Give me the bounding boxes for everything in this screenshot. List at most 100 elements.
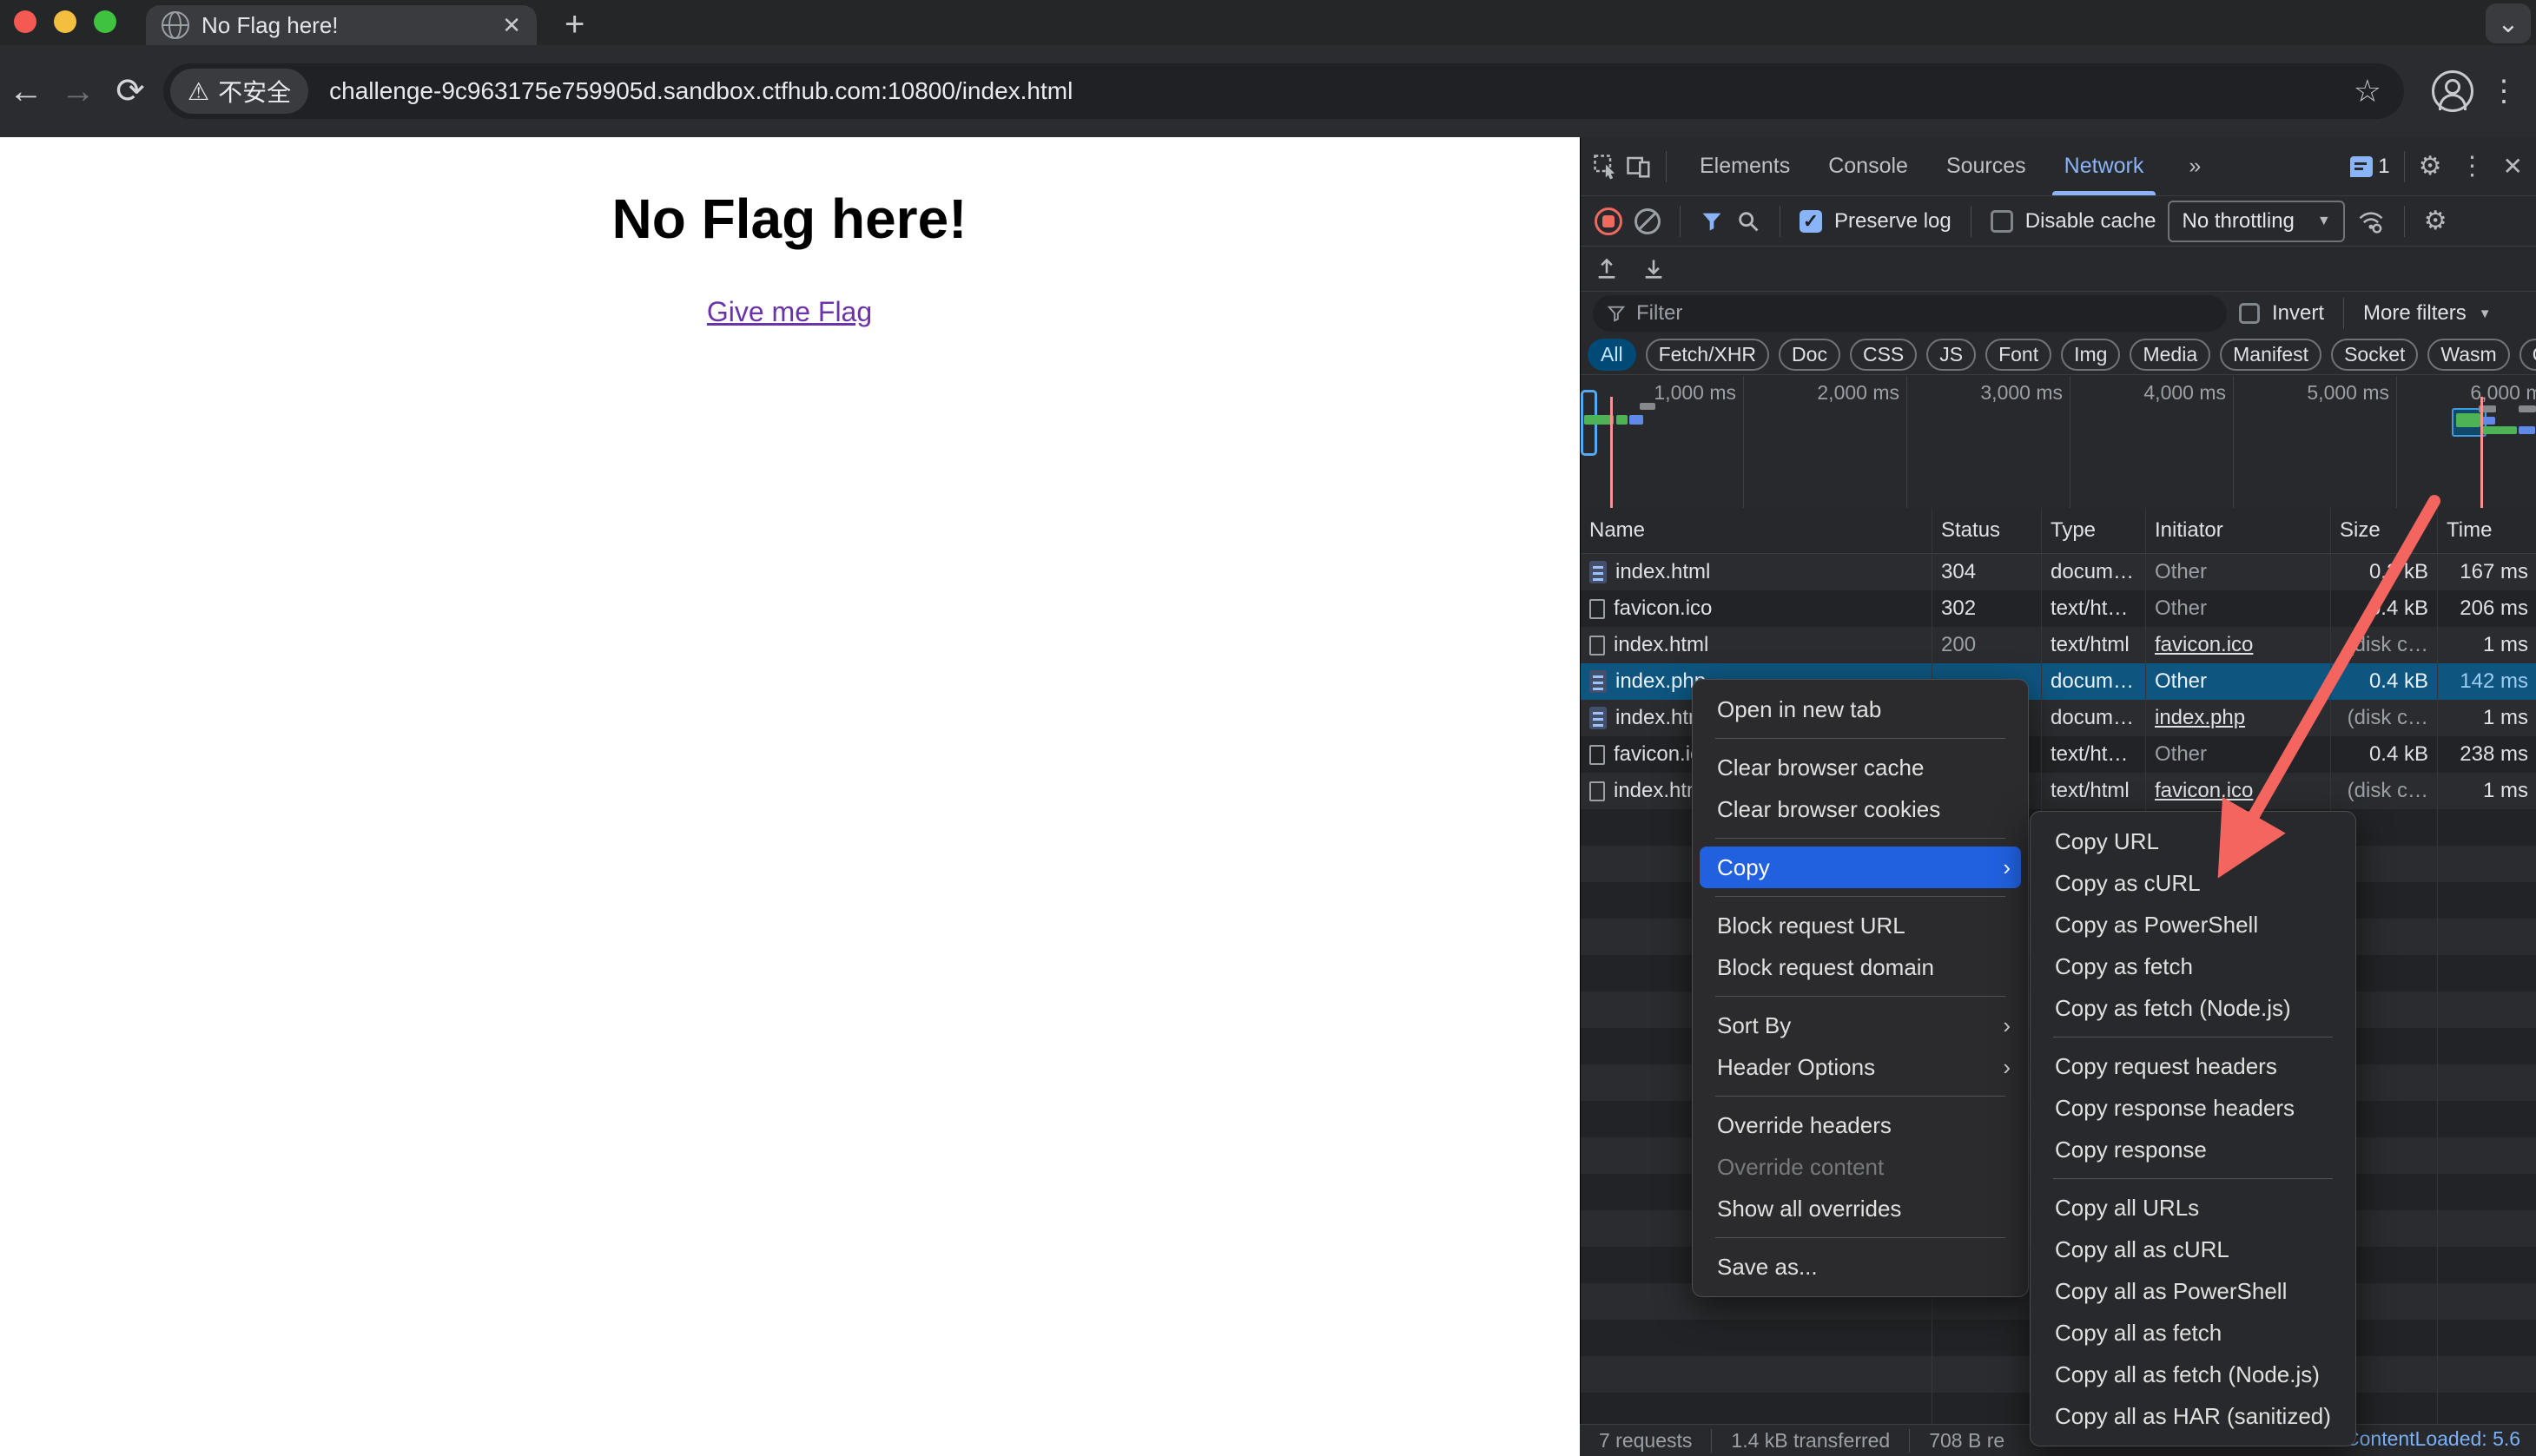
column-header-time[interactable]: Time xyxy=(2438,508,2536,553)
export-har-icon[interactable] xyxy=(1641,257,1666,281)
submenu-item-copy-response-headers[interactable]: Copy response headers xyxy=(2031,1087,2355,1129)
traffic-light-minimize[interactable] xyxy=(54,10,76,33)
initiator-cell[interactable]: index.php xyxy=(2146,700,2331,736)
forward-button[interactable]: → xyxy=(52,72,104,111)
table-row[interactable]: favicon.ico 302 text/ht… Other 0.4 kB 206 ms xyxy=(1581,590,2536,627)
filter-pill-other[interactable]: Other xyxy=(2519,339,2536,371)
throttling-dropdown[interactable]: No throttling ▼ xyxy=(2168,200,2345,242)
profile-avatar[interactable] xyxy=(2432,70,2473,112)
more-tabs-button[interactable]: » xyxy=(2169,137,2220,195)
network-settings-gear-icon[interactable]: ⚙ xyxy=(2424,206,2447,236)
column-header-type[interactable]: Type xyxy=(2042,508,2146,553)
filter-pill-font[interactable]: Font xyxy=(1985,339,2052,371)
submenu-item-copy-as-curl[interactable]: Copy as cURL xyxy=(2031,862,2355,904)
filter-pill-js[interactable]: JS xyxy=(1926,339,1977,371)
new-tab-button[interactable]: + xyxy=(565,7,584,42)
column-header-status[interactable]: Status xyxy=(1932,508,2042,553)
menu-item-sort-by[interactable]: Sort By › xyxy=(1693,1005,2028,1046)
filter-pill-manifest[interactable]: Manifest xyxy=(2220,339,2322,371)
submenu-item-copy-all-as-har-sanitized[interactable]: Copy all as HAR (sanitized) xyxy=(2031,1395,2355,1437)
preserve-log-checkbox[interactable]: ✓ xyxy=(1800,209,1822,233)
table-row[interactable]: index.html 304 docum… Other 0.3 kB 167 ms xyxy=(1581,554,2536,590)
timeline-overview[interactable]: 1,000 ms 2,000 ms 3,000 ms 4,000 ms 5,000 ms… xyxy=(1581,376,2536,509)
filter-pill-fetchxhr[interactable]: Fetch/XHR xyxy=(1645,339,1770,371)
column-header-initiator[interactable]: Initiator xyxy=(2146,508,2331,553)
filter-pill-all[interactable]: All xyxy=(1588,339,1636,371)
back-button[interactable]: ← xyxy=(0,72,52,111)
menu-item-override-headers[interactable]: Override headers xyxy=(1693,1104,2028,1146)
tab-close-icon[interactable]: ✕ xyxy=(502,12,521,39)
filter-pill-socket[interactable]: Socket xyxy=(2331,339,2419,371)
give-me-flag-link[interactable]: Give me Flag xyxy=(707,296,872,328)
record-button[interactable] xyxy=(1595,207,1622,235)
column-header-size[interactable]: Size xyxy=(2331,508,2438,553)
initiator-cell[interactable]: favicon.ico xyxy=(2146,773,2331,809)
inspect-element-icon[interactable] xyxy=(1593,154,1619,180)
request-name-cell[interactable]: index.html xyxy=(1581,627,1932,663)
tab-console[interactable]: Console xyxy=(1809,137,1927,195)
bookmark-star-icon[interactable]: ☆ xyxy=(2354,73,2381,109)
address-bar[interactable]: ⚠ 不安全 challenge-9c963175e759905d.sandbox… xyxy=(163,63,2404,119)
menu-item-clear-browser-cookies[interactable]: Clear browser cookies xyxy=(1693,788,2028,830)
browser-tab[interactable]: No Flag here! ✕ xyxy=(146,5,537,45)
menu-item-clear-browser-cache[interactable]: Clear browser cache xyxy=(1693,747,2028,788)
clear-log-icon[interactable] xyxy=(1635,208,1661,234)
menu-item-open-in-new-tab[interactable]: Open in new tab xyxy=(1693,688,2028,730)
request-name-cell[interactable]: index.html xyxy=(1581,554,1932,590)
filter-pill-img[interactable]: Img xyxy=(2061,339,2121,371)
menu-item-copy[interactable]: Copy › xyxy=(1700,847,2021,888)
traffic-light-close[interactable] xyxy=(14,10,36,33)
reload-button[interactable]: ⟳ xyxy=(104,71,156,111)
filter-pill-css[interactable]: CSS xyxy=(1849,339,1918,371)
submenu-item-copy-as-powershell[interactable]: Copy as PowerShell xyxy=(2031,904,2355,945)
security-badge[interactable]: ⚠ 不安全 xyxy=(170,69,309,114)
submenu-item-copy-all-as-fetch[interactable]: Copy all as fetch xyxy=(2031,1312,2355,1354)
filter-pill-doc[interactable]: Doc xyxy=(1779,339,1840,371)
url-text[interactable]: challenge-9c963175e759905d.sandbox.ctfhu… xyxy=(329,77,1073,105)
initiator-cell[interactable]: favicon.ico xyxy=(2146,627,2331,663)
submenu-chevron-icon: › xyxy=(2003,1053,2011,1080)
submenu-item-copy-all-as-fetch-node-js[interactable]: Copy all as fetch (Node.js) xyxy=(2031,1354,2355,1395)
invert-checkbox[interactable] xyxy=(2239,303,2260,324)
menu-item-block-request-domain[interactable]: Block request domain xyxy=(1693,946,2028,988)
submenu-item-copy-as-fetch-node-js[interactable]: Copy as fetch (Node.js) xyxy=(2031,987,2355,1029)
submenu-item-copy-all-urls[interactable]: Copy all URLs xyxy=(2031,1187,2355,1229)
search-icon[interactable] xyxy=(1736,209,1760,234)
devtools-kebab-icon[interactable]: ⋮ xyxy=(2460,151,2486,181)
request-name-cell[interactable]: favicon.ico xyxy=(1581,590,1932,627)
tab-search-button[interactable]: ⌄ xyxy=(2486,3,2531,43)
submenu-item-copy-as-fetch[interactable]: Copy as fetch xyxy=(2031,945,2355,987)
filter-funnel-icon[interactable] xyxy=(1700,209,1724,234)
menu-item-header-options[interactable]: Header Options › xyxy=(1693,1046,2028,1088)
issues-counter[interactable]: 1 xyxy=(2350,155,2390,179)
devtools-close-icon[interactable]: ✕ xyxy=(2503,152,2523,181)
devtools-tabs: Elements Console Sources Network xyxy=(1681,137,2163,195)
network-conditions-icon[interactable] xyxy=(2357,208,2385,234)
submenu-item-copy-url[interactable]: Copy URL xyxy=(2031,820,2355,862)
submenu-item-copy-all-as-powershell[interactable]: Copy all as PowerShell xyxy=(2031,1270,2355,1312)
submenu-item-copy-response[interactable]: Copy response xyxy=(2031,1129,2355,1170)
browser-menu-kebab-icon[interactable]: ⋮ xyxy=(2489,74,2519,109)
more-filters-label[interactable]: More filters xyxy=(2363,301,2467,326)
page-content: No Flag here! Give me Flag xyxy=(0,137,1579,1455)
tab-sources[interactable]: Sources xyxy=(1927,137,2045,195)
filter-pill-media[interactable]: Media xyxy=(2130,339,2211,371)
filter-pill-wasm[interactable]: Wasm xyxy=(2427,339,2510,371)
tab-network[interactable]: Network xyxy=(2045,137,2163,195)
column-header-name[interactable]: Name xyxy=(1581,508,1932,553)
tab-elements[interactable]: Elements xyxy=(1681,137,1809,195)
submenu-item-copy-request-headers[interactable]: Copy request headers xyxy=(2031,1045,2355,1087)
copy-submenu: Copy URL Copy as cURL Copy as PowerShell Co… xyxy=(2030,811,2356,1446)
submenu-item-copy-all-as-curl[interactable]: Copy all as cURL xyxy=(2031,1229,2355,1270)
traffic-light-zoom[interactable] xyxy=(94,10,116,33)
filter-input[interactable]: Filter xyxy=(1593,295,2227,332)
settings-gear-icon[interactable]: ⚙ xyxy=(2419,151,2442,181)
disable-cache-checkbox[interactable] xyxy=(1990,209,2013,233)
import-har-icon[interactable] xyxy=(1595,257,1619,281)
time-cell: 142 ms xyxy=(2460,669,2528,693)
menu-item-save-as[interactable]: Save as... xyxy=(1693,1246,2028,1288)
menu-item-block-request-url[interactable]: Block request URL xyxy=(1693,905,2028,946)
device-toolbar-icon[interactable] xyxy=(1626,154,1652,180)
table-row[interactable]: index.html 200 text/html favicon.ico (disk c… xyxy=(1581,627,2536,663)
menu-item-show-all-overrides[interactable]: Show all overrides xyxy=(1693,1188,2028,1229)
